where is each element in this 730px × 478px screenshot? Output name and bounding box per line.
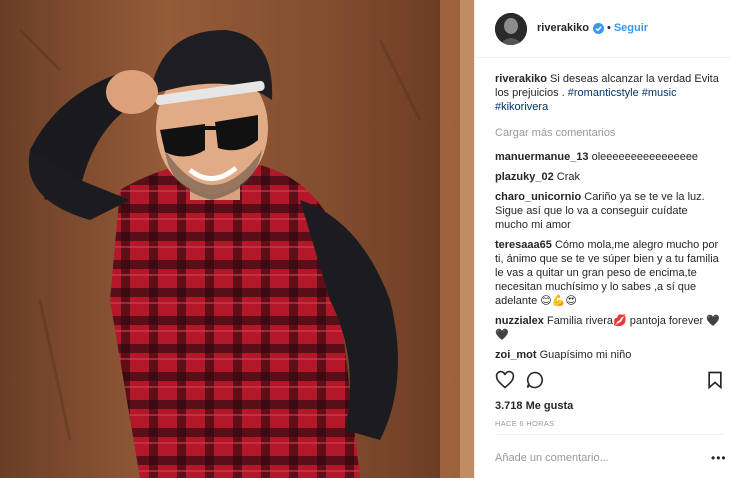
hashtag-link[interactable]: #kikorivera [495, 101, 548, 113]
likes-count[interactable]: 3.718 Me gusta [495, 400, 573, 412]
post-side-panel: riverakiko • Seguir riverakiko Si deseas… [474, 0, 730, 478]
load-more-comments-button[interactable]: Cargar más comentarios [495, 126, 723, 140]
comment-item: manuermanue_13 oleeeeeeeeeeeeeeee [495, 150, 723, 164]
comment-text: oleeeeeeeeeeeeeeee [591, 151, 699, 163]
comment-item: charo_unicornio Cariño ya se te ve la lu… [495, 190, 723, 232]
comment-username[interactable]: zoi_mot [495, 349, 537, 360]
comment-username[interactable]: teresaaa65 [495, 239, 552, 251]
add-comment-input[interactable] [495, 452, 695, 464]
verified-badge-icon [592, 22, 604, 34]
comment-item: plazuky_02 Crak [495, 170, 723, 184]
comment-username[interactable]: plazuky_02 [495, 171, 554, 183]
bookmark-icon[interactable] [705, 370, 725, 390]
separator-dot: • [606, 22, 611, 34]
comment-username[interactable]: nuzzialex [495, 315, 544, 327]
comment-username[interactable]: manuermanue_13 [495, 151, 589, 163]
action-bar [495, 370, 723, 392]
more-options-button[interactable]: ••• [711, 451, 727, 465]
post-timestamp[interactable]: HACE 6 HORAS [495, 419, 554, 428]
comment-item: teresaaa65 Cómo mola,me alegro mucho por… [495, 238, 723, 308]
comment-text: Guapísimo mi niño [539, 349, 632, 360]
comment-username[interactable]: charo_unicornio [495, 191, 581, 203]
caption: riverakiko Si deseas alcanzar la verdad … [495, 72, 723, 114]
post-photo[interactable] [0, 0, 474, 478]
comments-list[interactable]: riverakiko Si deseas alcanzar la verdad … [495, 72, 723, 360]
hashtag-link[interactable]: #romanticstyle [568, 87, 639, 99]
post-image [0, 0, 474, 478]
speech-bubble-icon[interactable] [525, 370, 545, 390]
comment-item: nuzzialex Familia rivera💋 pantoja foreve… [495, 314, 723, 342]
heart-outline-icon[interactable] [495, 370, 515, 390]
follow-button[interactable]: Seguir [614, 22, 648, 34]
divider [495, 434, 723, 435]
user-avatar[interactable] [495, 13, 527, 45]
caption-username[interactable]: riverakiko [495, 73, 547, 85]
comment-item: zoi_mot Guapísimo mi niño [495, 348, 723, 360]
hashtag-link[interactable]: #music [642, 87, 677, 99]
username-link[interactable]: riverakiko [537, 22, 589, 34]
post-header: riverakiko • Seguir [475, 0, 730, 58]
comment-text: Crak [556, 171, 580, 183]
